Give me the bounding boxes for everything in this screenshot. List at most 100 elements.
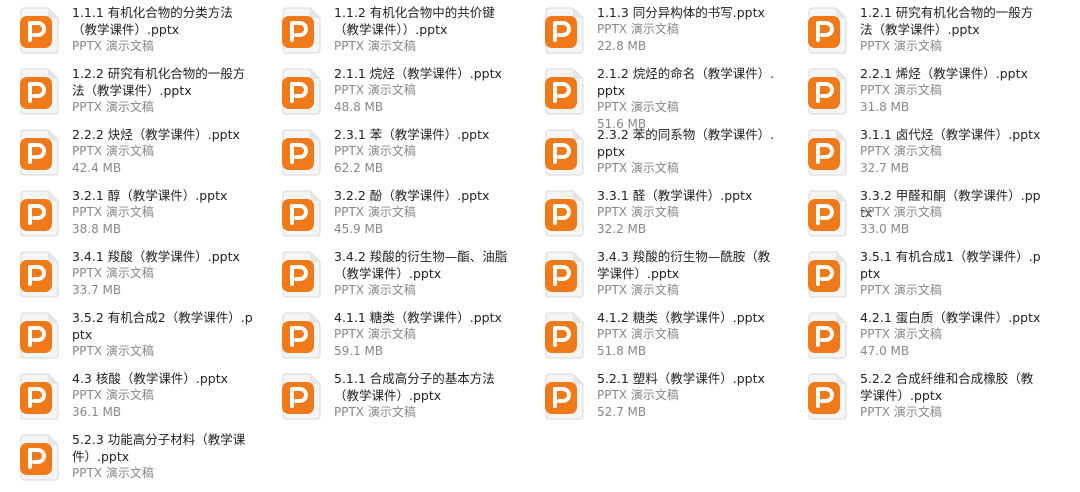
- file-name: 3.2.1 醇（教学课件）.pptx: [72, 188, 228, 203]
- file-type: PPTX 演示文稿: [334, 283, 416, 297]
- file-size: 32.2 MB: [597, 222, 647, 236]
- file-name: 4.1.2 糖类（教学课件）.pptx: [597, 310, 765, 325]
- file-name: 2.2.1 烯烃（教学课件）.pptx: [860, 66, 1028, 81]
- powerpoint-file-icon: [18, 67, 62, 115]
- file-item[interactable]: 2.2.2 炔烃（教学课件）.pptx PPTX 演示文稿 42.4 MB: [4, 124, 254, 182]
- file-item[interactable]: 3.4.1 羧酸（教学课件）.pptx PPTX 演示文稿 33.7 MB: [4, 246, 254, 304]
- powerpoint-file-icon: [18, 250, 62, 298]
- powerpoint-file-icon: [806, 6, 850, 54]
- powerpoint-file-icon: [806, 189, 850, 237]
- powerpoint-file-icon: [280, 250, 324, 298]
- file-name: 1.1.1 有机化合物的分类方法（教学课件）.pptx: [72, 5, 233, 37]
- file-item[interactable]: 3.2.1 醇（教学课件）.pptx PPTX 演示文稿 38.8 MB: [4, 185, 254, 243]
- file-name: 2.1.2 烷烃的命名（教学课件）.pptx: [597, 66, 775, 98]
- file-type: PPTX 演示文稿: [334, 327, 416, 341]
- file-type: PPTX 演示文稿: [334, 39, 416, 53]
- file-type: PPTX 演示文稿: [334, 205, 416, 219]
- file-name: 3.3.1 醛（教学课件）.pptx: [597, 188, 753, 203]
- file-item[interactable]: 3.3.2 甲醛和酮（教学课件）.pptx PPTX 演示文稿 33.0 MB: [792, 185, 1042, 243]
- powerpoint-file-icon: [806, 250, 850, 298]
- file-type: PPTX 演示文稿: [72, 39, 154, 53]
- file-name: 2.2.2 炔烃（教学课件）.pptx: [72, 127, 240, 142]
- file-type: PPTX 演示文稿: [597, 205, 679, 219]
- file-type: PPTX 演示文稿: [72, 100, 154, 114]
- file-name: 3.1.1 卤代烃（教学课件）.pptx: [860, 127, 1041, 142]
- powerpoint-file-icon: [280, 372, 324, 420]
- file-name: 1.2.2 研究有机化合物的一般方法（教学课件）.pptx: [72, 66, 246, 98]
- file-item[interactable]: 2.3.1 苯（教学课件）.pptx PPTX 演示文稿 62.2 MB: [266, 124, 516, 182]
- file-size: 32.7 MB: [860, 161, 910, 175]
- powerpoint-file-icon: [18, 6, 62, 54]
- powerpoint-file-icon: [280, 311, 324, 359]
- file-name: 2.1.1 烷烃（教学课件）.pptx: [334, 66, 502, 81]
- file-item[interactable]: 1.1.1 有机化合物的分类方法（教学课件）.pptx PPTX 演示文稿: [4, 2, 254, 60]
- powerpoint-file-icon: [18, 311, 62, 359]
- file-item[interactable]: 1.2.1 研究有机化合物的一般方法（教学课件）.pptx PPTX 演示文稿: [792, 2, 1042, 60]
- file-size: 31.8 MB: [860, 100, 910, 114]
- file-size: 48.8 MB: [334, 100, 384, 114]
- file-item[interactable]: 3.5.2 有机合成2（教学课件）.pptx PPTX 演示文稿: [4, 307, 254, 365]
- file-size: 59.1 MB: [334, 344, 384, 358]
- file-item[interactable]: 5.2.1 塑料（教学课件）.pptx PPTX 演示文稿 52.7 MB: [529, 368, 779, 426]
- file-name: 3.4.3 羧酸的衍生物—酰胺（教学课件）.pptx: [597, 249, 771, 281]
- file-item[interactable]: 2.1.1 烷烃（教学课件）.pptx PPTX 演示文稿 48.8 MB: [266, 63, 516, 121]
- file-item[interactable]: 2.3.2 苯的同系物（教学课件）.pptx PPTX 演示文稿: [529, 124, 779, 182]
- file-size: 51.8 MB: [597, 344, 647, 358]
- file-size: 45.9 MB: [334, 222, 384, 236]
- file-item[interactable]: 1.2.2 研究有机化合物的一般方法（教学课件）.pptx PPTX 演示文稿: [4, 63, 254, 121]
- file-name: 4.3 核酸（教学课件）.pptx: [72, 371, 228, 386]
- file-item[interactable]: 3.5.1 有机合成1（教学课件）.pptx PPTX 演示文稿: [792, 246, 1042, 304]
- powerpoint-file-icon: [543, 189, 587, 237]
- file-name: 2.3.2 苯的同系物（教学课件）.pptx: [597, 127, 775, 159]
- powerpoint-file-icon: [18, 372, 62, 420]
- file-item[interactable]: 4.2.1 蛋白质（教学课件）.pptx PPTX 演示文稿 47.0 MB: [792, 307, 1042, 365]
- file-item[interactable]: 4.3 核酸（教学课件）.pptx PPTX 演示文稿 36.1 MB: [4, 368, 254, 426]
- file-item[interactable]: 1.1.2 有机化合物中的共价键（教学课件））.pptx PPTX 演示文稿: [266, 2, 516, 60]
- file-type: PPTX 演示文稿: [334, 405, 416, 419]
- file-type: PPTX 演示文稿: [597, 100, 679, 114]
- file-size: 22.8 MB: [597, 39, 647, 53]
- file-size: 33.0 MB: [860, 222, 910, 236]
- file-name: 1.2.1 研究有机化合物的一般方法（教学课件）.pptx: [860, 5, 1034, 37]
- file-item[interactable]: 2.1.2 烷烃的命名（教学课件）.pptx PPTX 演示文稿 51.6 MB: [529, 63, 779, 131]
- file-type: PPTX 演示文稿: [860, 39, 942, 53]
- powerpoint-file-icon: [18, 433, 62, 481]
- file-name: 4.1.1 糖类（教学课件）.pptx: [334, 310, 502, 325]
- powerpoint-file-icon: [806, 311, 850, 359]
- file-item[interactable]: 5.1.1 合成高分子的基本方法（教学课件）.pptx PPTX 演示文稿: [266, 368, 516, 426]
- file-item[interactable]: 3.2.2 酚（教学课件）.pptx PPTX 演示文稿 45.9 MB: [266, 185, 516, 243]
- powerpoint-file-icon: [280, 67, 324, 115]
- file-item[interactable]: 3.1.1 卤代烃（教学课件）.pptx PPTX 演示文稿 32.7 MB: [792, 124, 1042, 182]
- file-item[interactable]: 2.2.1 烯烃（教学课件）.pptx PPTX 演示文稿 31.8 MB: [792, 63, 1042, 121]
- file-type: PPTX 演示文稿: [72, 466, 154, 480]
- file-size: 62.2 MB: [334, 161, 384, 175]
- file-type: PPTX 演示文稿: [860, 205, 942, 219]
- file-name: 5.2.3 功能高分子材料（教学课件）.pptx: [72, 432, 246, 464]
- powerpoint-file-icon: [543, 311, 587, 359]
- file-item[interactable]: 4.1.2 糖类（教学课件）.pptx PPTX 演示文稿 51.8 MB: [529, 307, 779, 365]
- powerpoint-file-icon: [18, 128, 62, 176]
- file-size: 42.4 MB: [72, 161, 122, 175]
- powerpoint-file-icon: [806, 372, 850, 420]
- file-item[interactable]: 5.2.3 功能高分子材料（教学课件）.pptx PPTX 演示文稿: [4, 429, 254, 487]
- file-type: PPTX 演示文稿: [860, 327, 942, 341]
- file-name: 3.4.1 羧酸（教学课件）.pptx: [72, 249, 240, 264]
- file-type: PPTX 演示文稿: [72, 266, 154, 280]
- file-item[interactable]: 3.3.1 醛（教学课件）.pptx PPTX 演示文稿 32.2 MB: [529, 185, 779, 243]
- file-name: 3.5.1 有机合成1（教学课件）.pptx: [860, 249, 1041, 281]
- file-item[interactable]: 3.4.2 羧酸的衍生物—酯、油脂（教学课件）.pptx PPTX 演示文稿: [266, 246, 516, 304]
- file-type: PPTX 演示文稿: [597, 283, 679, 297]
- powerpoint-file-icon: [543, 67, 587, 115]
- file-type: PPTX 演示文稿: [860, 83, 942, 97]
- powerpoint-file-icon: [280, 6, 324, 54]
- file-size: 33.7 MB: [72, 283, 122, 297]
- powerpoint-file-icon: [18, 189, 62, 237]
- file-item[interactable]: 3.4.3 羧酸的衍生物—酰胺（教学课件）.pptx PPTX 演示文稿: [529, 246, 779, 304]
- file-name: 3.4.2 羧酸的衍生物—酯、油脂（教学课件）.pptx: [334, 249, 508, 281]
- file-size: 38.8 MB: [72, 222, 122, 236]
- file-item[interactable]: 4.1.1 糖类（教学课件）.pptx PPTX 演示文稿 59.1 MB: [266, 307, 516, 365]
- file-item[interactable]: 5.2.2 合成纤维和合成橡胶（教学课件）.pptx PPTX 演示文稿: [792, 368, 1042, 426]
- powerpoint-file-icon: [806, 67, 850, 115]
- file-size: 47.0 MB: [860, 344, 910, 358]
- file-item[interactable]: 1.1.3 同分异构体的书写.pptx PPTX 演示文稿 22.8 MB: [529, 2, 779, 60]
